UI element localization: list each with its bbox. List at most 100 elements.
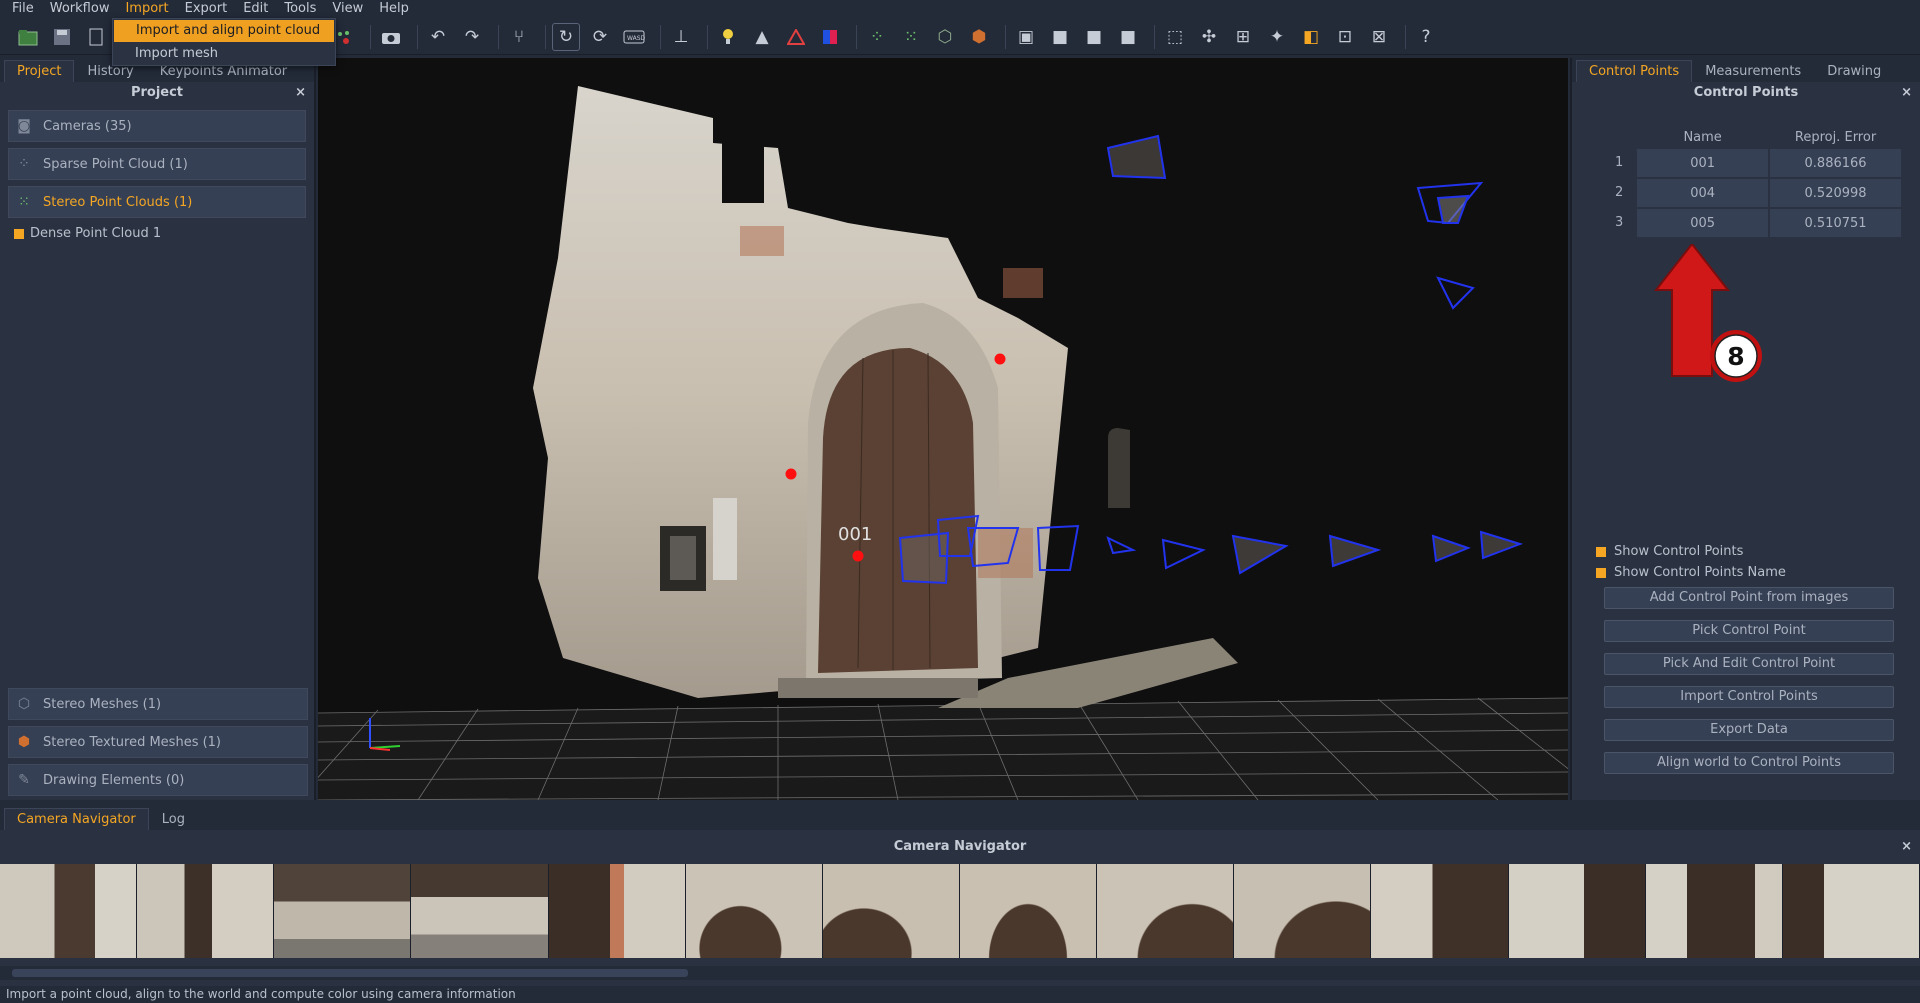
pick-control-point-button[interactable]: Pick Control Point (1604, 620, 1894, 642)
view-top-icon[interactable]: ■ (1114, 23, 1142, 51)
close-icon[interactable]: × (1901, 82, 1912, 104)
cell-reproj-error[interactable]: 0.510751 (1769, 208, 1902, 238)
scrollbar-thumb[interactable] (12, 969, 688, 977)
camera-thumbnail[interactable] (685, 864, 823, 958)
column-header-name[interactable]: Name (1636, 128, 1769, 148)
pick-and-edit-control-point-button[interactable]: Pick And Edit Control Point (1604, 653, 1894, 675)
project-panel-title: Project × (0, 82, 314, 104)
screenshot-camera-icon[interactable] (377, 23, 405, 51)
tab-drawing[interactable]: Drawing (1814, 60, 1894, 82)
delete-selection-icon[interactable]: ⊠ (1365, 23, 1393, 51)
camera-thumbnail[interactable] (1234, 864, 1372, 958)
show-control-points-name-checkbox[interactable]: Show Control Points Name (1596, 565, 1786, 580)
camera-thumbnail[interactable] (1371, 864, 1509, 958)
menu-file[interactable]: File (4, 0, 42, 18)
box-select-icon[interactable]: ▣ (1012, 23, 1040, 51)
tab-control-points[interactable]: Control Points (1576, 60, 1693, 82)
tools-icon[interactable]: ⑂ (505, 23, 533, 51)
cell-reproj-error[interactable]: 0.520998 (1769, 178, 1902, 208)
project-item-drawing-elements[interactable]: ✎ Drawing Elements (0) (8, 764, 308, 796)
camera-navigator-panel: Camera Navigator Log Camera Navigator × (0, 806, 1920, 986)
row-index: 1 (1614, 155, 1624, 170)
cell-reproj-error[interactable]: 0.886166 (1769, 148, 1902, 178)
light-icon[interactable] (714, 23, 742, 51)
textured-mesh-icon: ⬢ (17, 734, 31, 750)
add-control-point-from-images-button[interactable]: Add Control Point from images (1604, 587, 1894, 609)
grow-select-icon[interactable]: ✦ (1263, 23, 1291, 51)
tab-project[interactable]: Project (4, 60, 75, 82)
redo-icon[interactable]: ↷ (458, 23, 486, 51)
close-icon[interactable]: × (295, 82, 306, 104)
menu-edit[interactable]: Edit (235, 0, 276, 18)
dense-toggle-icon[interactable]: ⁙ (897, 23, 925, 51)
color-shading-icon[interactable] (782, 23, 810, 51)
menu-import[interactable]: Import (117, 0, 176, 18)
show-control-points-checkbox[interactable]: Show Control Points (1596, 544, 1743, 559)
menu-tools[interactable]: Tools (276, 0, 324, 18)
table-row[interactable]: 3 005 0.510751 (1602, 208, 1902, 238)
undo-icon[interactable]: ↶ (424, 23, 452, 51)
table-row[interactable]: 2 004 0.520998 (1602, 178, 1902, 208)
svg-text:WASD: WASD (627, 35, 645, 42)
tab-camera-navigator[interactable]: Camera Navigator (4, 808, 149, 830)
mesh-toggle-icon[interactable]: ⬡ (931, 23, 959, 51)
project-item-stereo-textured-meshes[interactable]: ⬢ Stereo Textured Meshes (1) (8, 726, 308, 758)
project-item-cameras[interactable]: ◙ Cameras (35) (8, 110, 306, 142)
view-side-icon[interactable]: ■ (1080, 23, 1108, 51)
open-project-icon[interactable] (14, 23, 42, 51)
checkbox-checked-icon (1596, 567, 1606, 578)
deselect-icon[interactable]: ⊡ (1331, 23, 1359, 51)
menu-item-import-mesh[interactable]: Import mesh (113, 43, 335, 65)
shading-icon[interactable]: ▲ (748, 23, 776, 51)
align-world-to-control-points-button[interactable]: Align world to Control Points (1604, 752, 1894, 774)
tab-log[interactable]: Log (149, 808, 198, 830)
import-control-points-button[interactable]: Import Control Points (1604, 686, 1894, 708)
project-item-stereo-meshes[interactable]: ⬡ Stereo Meshes (1) (8, 688, 308, 720)
cell-name[interactable]: 001 (1636, 148, 1770, 178)
cell-name[interactable]: 005 (1636, 208, 1770, 238)
camera-thumbnail[interactable] (1782, 864, 1920, 958)
project-item-sparse-point-cloud[interactable]: ⁘ Sparse Point Cloud (1) (8, 148, 306, 180)
view-front-icon[interactable]: ■ (1046, 23, 1074, 51)
camera-thumbnail[interactable] (1645, 864, 1783, 958)
camera-thumbnail[interactable] (548, 864, 686, 958)
column-header-reproj-error[interactable]: Reproj. Error (1769, 128, 1902, 148)
camera-thumbnail[interactable] (137, 864, 275, 958)
tree-item-dense-point-cloud[interactable]: Dense Point Cloud 1 (14, 226, 314, 241)
export-data-button[interactable]: Export Data (1604, 719, 1894, 741)
camera-thumbnail[interactable] (959, 864, 1098, 958)
menu-item-import-align-point-cloud[interactable]: Import and align point cloud (114, 20, 334, 42)
menu-view[interactable]: View (324, 0, 371, 18)
help-icon[interactable]: ? (1412, 23, 1440, 51)
menu-help[interactable]: Help (371, 0, 417, 18)
menu-export[interactable]: Export (177, 0, 236, 18)
save-icon[interactable] (48, 23, 76, 51)
camera-thumbnail[interactable] (274, 864, 412, 958)
thumbnail-scrollbar[interactable] (0, 966, 1920, 980)
table-row[interactable]: 1 001 0.886166 (1602, 148, 1902, 178)
rotate-icon[interactable]: ⟳ (586, 23, 614, 51)
cell-name[interactable]: 004 (1636, 178, 1770, 208)
selection-tool-icon[interactable]: ⬚ (1161, 23, 1189, 51)
tab-measurements[interactable]: Measurements (1692, 60, 1814, 82)
invert-select-icon[interactable]: ◧ (1297, 23, 1325, 51)
lasso-tool-icon[interactable]: ✣ (1195, 23, 1223, 51)
menu-workflow[interactable]: Workflow (42, 0, 118, 18)
rgb-select-icon[interactable]: ⊞ (1229, 23, 1257, 51)
new-document-icon[interactable] (82, 23, 110, 51)
colormap-icon[interactable] (816, 23, 844, 51)
axes-icon[interactable]: ⊥ (667, 23, 695, 51)
camera-thumbnail[interactable] (1508, 864, 1646, 958)
camera-thumbnail[interactable] (0, 864, 138, 958)
camera-thumbnail[interactable] (822, 864, 960, 958)
orbit-icon[interactable]: ↻ (552, 23, 580, 51)
textured-toggle-icon[interactable]: ⬢ (965, 23, 993, 51)
close-icon[interactable]: × (1901, 836, 1912, 858)
camera-thumbnail[interactable] (411, 864, 549, 958)
camera-thumbnail[interactable] (1097, 864, 1235, 958)
3d-viewport[interactable]: 001 (318, 58, 1568, 800)
sparse-toggle-icon[interactable]: ⁘ (863, 23, 891, 51)
project-item-stereo-point-clouds[interactable]: ⁙ Stereo Point Clouds (1) (8, 186, 306, 218)
camera-navigator-title: Camera Navigator × (0, 836, 1920, 858)
wasd-icon[interactable]: WASD (620, 23, 648, 51)
